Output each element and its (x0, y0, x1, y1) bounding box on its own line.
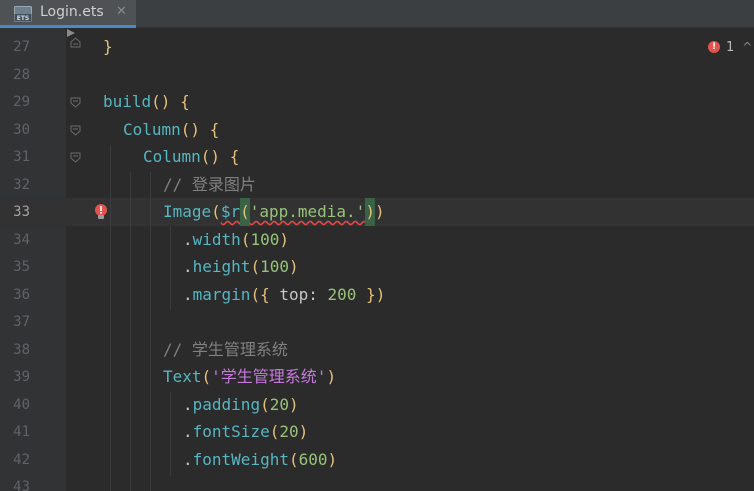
line-number: 27 (13, 39, 30, 55)
line-number: 30 (13, 122, 30, 138)
code-comment: // 学生管理系统 (163, 340, 288, 359)
code-line[interactable]: 38 // 学生管理系统 (0, 336, 754, 364)
editor-tab-bar: ETS Login.ets ✕ (0, 0, 754, 28)
line-number: 29 (13, 94, 30, 110)
line-number: 32 (13, 177, 30, 193)
line-number: 35 (13, 259, 30, 275)
code-line[interactable]: 42 .fontWeight(600) (0, 446, 754, 474)
line-number: 41 (13, 424, 30, 440)
code-line[interactable]: 41 .fontSize(20) (0, 418, 754, 446)
line-number: 36 (13, 287, 30, 303)
tab-filename: Login.ets (40, 4, 104, 20)
line-number: 40 (13, 397, 30, 413)
code-text: Text('学生管理系统') (163, 367, 337, 386)
code-text: Column() { (123, 120, 220, 139)
code-line[interactable]: 34 .width(100) (0, 226, 754, 254)
line-number: 28 (13, 67, 30, 83)
code-comment: // 登录图片 (163, 175, 256, 194)
tab-login-ets[interactable]: ETS Login.ets ✕ (0, 0, 136, 28)
code-line[interactable]: 40 .padding(20) (0, 391, 754, 419)
line-number: 34 (13, 232, 30, 248)
code-text: .margin({ top: 200 }) (183, 285, 386, 304)
code-line[interactable]: 28 (0, 61, 754, 89)
code-line[interactable]: 35 .height(100) (0, 253, 754, 281)
code-text: .fontWeight(600) (183, 450, 338, 469)
code-line[interactable]: 31 Column() { (0, 143, 754, 171)
code-line[interactable]: 39 Text('学生管理系统') (0, 363, 754, 391)
line-number: 43 (13, 479, 30, 491)
ets-file-icon: ETS (14, 6, 32, 22)
code-line[interactable]: 37 (0, 308, 754, 336)
line-number: 38 (13, 342, 30, 358)
code-text: .fontSize(20) (183, 422, 309, 441)
code-text: .height(100) (183, 257, 299, 276)
code-line[interactable]: 43 (0, 473, 754, 491)
line-number: 42 (13, 452, 30, 468)
code-line[interactable]: 27 } (0, 33, 754, 61)
code-text: Image($r('app.media.')) (163, 198, 385, 226)
code-line[interactable]: 36 .margin({ top: 200 }) (0, 281, 754, 309)
code-text: .width(100) (183, 230, 289, 249)
line-number: 39 (13, 369, 30, 385)
line-number: 31 (13, 149, 30, 165)
close-icon[interactable]: ✕ (116, 4, 127, 19)
line-number: 37 (13, 314, 30, 330)
code-text: .padding(20) (183, 395, 299, 414)
line-number: 33 (13, 204, 30, 220)
code-text: } (103, 37, 113, 56)
svg-text:ETS: ETS (17, 15, 30, 22)
code-line-active[interactable]: 33 Image($r('app.media.')) (0, 198, 754, 226)
code-line[interactable]: 30 Column() { (0, 116, 754, 144)
text-cursor: ( (240, 198, 250, 226)
code-line[interactable]: 29 build() { (0, 88, 754, 116)
matching-bracket: ) (365, 198, 375, 226)
code-text: Column() { (143, 147, 240, 166)
code-line[interactable]: 32 // 登录图片 (0, 171, 754, 199)
code-text: build() { (103, 92, 190, 111)
